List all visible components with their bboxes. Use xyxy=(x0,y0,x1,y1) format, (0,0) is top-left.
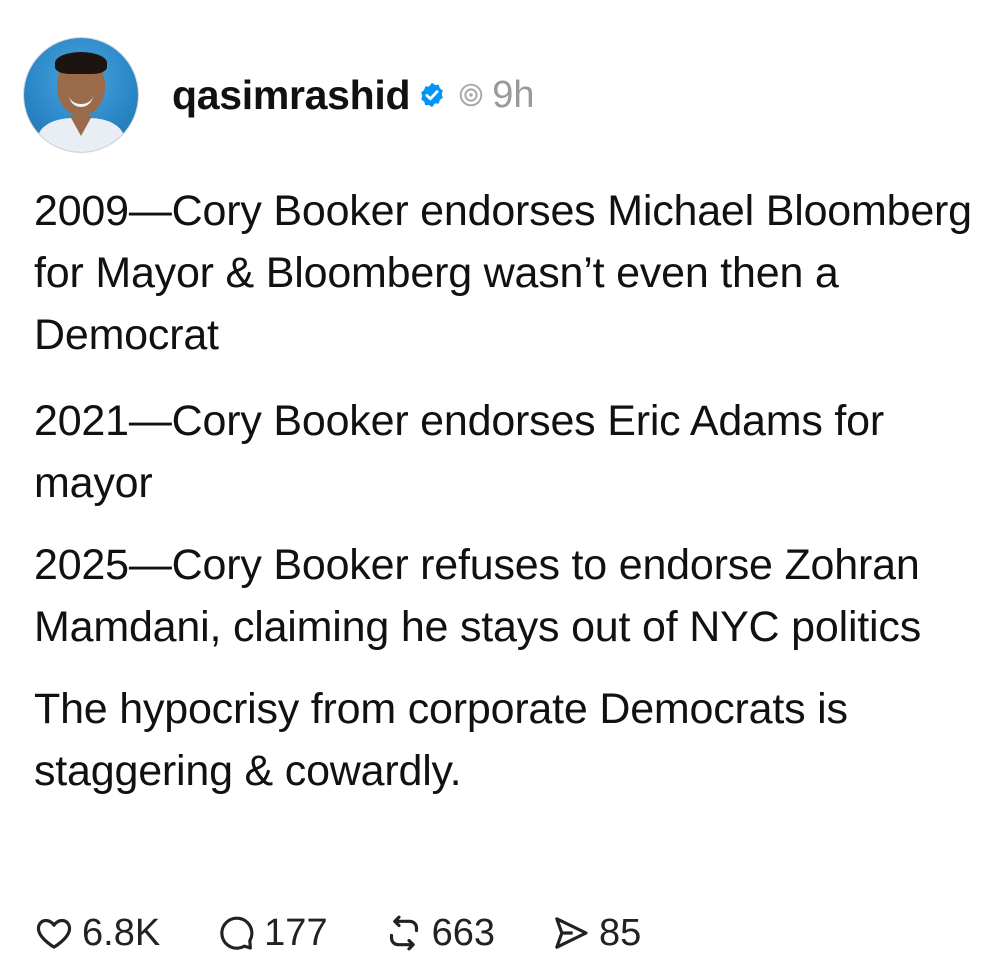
repost-icon xyxy=(389,915,418,951)
post-paragraph: 2021—Cory Booker endorses Eric Adams for… xyxy=(34,397,885,507)
reply-button[interactable]: 177 xyxy=(216,911,328,955)
share-count: 85 xyxy=(598,911,642,954)
avatar-hair xyxy=(55,52,107,74)
post-time: 9h xyxy=(492,73,535,116)
post-body: 2009—Cory Booker endorses Michael Bloomb… xyxy=(34,180,984,822)
post-card: qasimrashid 9h 2009—Cory Booker endorses… xyxy=(0,0,1000,973)
repost-count: 663 xyxy=(431,911,495,954)
threads-icon xyxy=(458,82,484,108)
send-icon xyxy=(555,917,588,949)
post-paragraph: The hypocrisy from corporate Democrats i… xyxy=(34,685,848,795)
like-count: 6.8K xyxy=(82,911,161,954)
like-button[interactable]: 6.8K xyxy=(34,912,160,955)
verified-badge-icon xyxy=(418,81,446,109)
heart-icon xyxy=(36,918,72,949)
username[interactable]: qasimrashid xyxy=(172,72,411,119)
action-bar: 6.8K 177 663 85 xyxy=(34,906,697,960)
repost-button[interactable]: 663 xyxy=(384,912,495,955)
user-line: qasimrashid 9h xyxy=(172,65,535,125)
post-header: qasimrashid 9h xyxy=(24,36,535,154)
post-paragraph: 2009—Cory Booker endorses Michael Bloomb… xyxy=(34,187,972,359)
share-button[interactable]: 85 xyxy=(551,912,641,955)
avatar[interactable] xyxy=(24,38,138,152)
reply-count: 177 xyxy=(264,911,328,954)
post-paragraph: 2025—Cory Booker refuses to endorse Zohr… xyxy=(34,541,921,651)
comment-icon xyxy=(220,916,254,950)
